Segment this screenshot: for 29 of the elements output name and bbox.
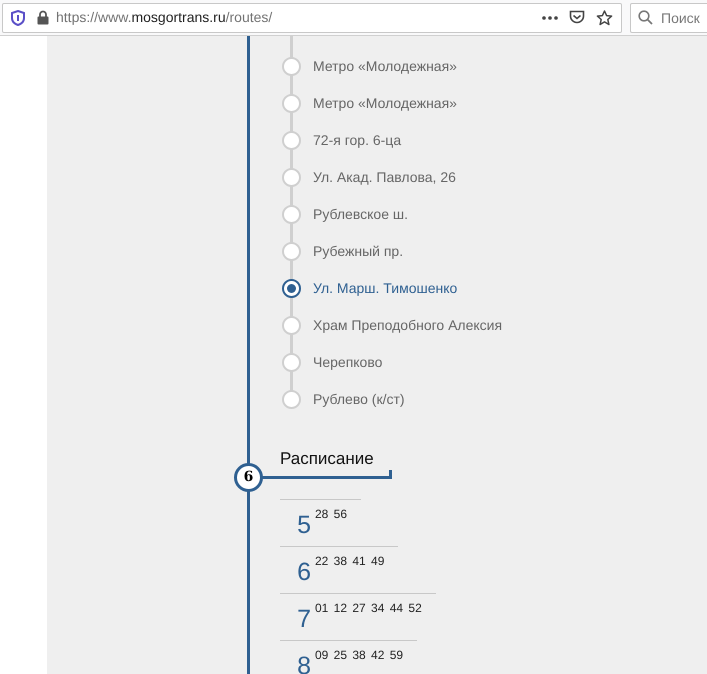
more-icon[interactable] bbox=[542, 16, 558, 20]
pocket-icon[interactable] bbox=[569, 10, 585, 25]
stop-name[interactable]: Ул. Акад. Павлова, 26 bbox=[313, 167, 456, 188]
stop-name[interactable]: Рублево (к/ст) bbox=[313, 389, 405, 410]
search-icon bbox=[638, 10, 653, 24]
shield-icon[interactable] bbox=[11, 10, 25, 26]
schedule-minutes: 28 56 bbox=[315, 506, 348, 522]
star-icon[interactable] bbox=[596, 10, 613, 26]
stop-name[interactable]: Метро «Молодежная» bbox=[313, 93, 457, 114]
schedule-minutes: 01 12 27 34 44 52 bbox=[315, 600, 422, 616]
stop-name[interactable]: 72-я гор. 6-ца bbox=[313, 130, 402, 151]
url-text[interactable]: https://www.mosgortrans.ru/routes/ bbox=[56, 7, 542, 28]
stop-name[interactable]: Рубежный пр. bbox=[313, 241, 404, 262]
stop-name[interactable]: Метро «Молодежная» bbox=[313, 56, 457, 77]
search-field[interactable]: Поиск bbox=[630, 2, 707, 32]
schedule-title: Расписание bbox=[280, 448, 375, 470]
stop-name[interactable]: Ул. Марш. Тимошенко bbox=[313, 278, 458, 299]
stop-name[interactable]: Рублевское ш. bbox=[313, 204, 408, 225]
address-bar[interactable]: https://www.mosgortrans.ru/routes/ bbox=[2, 2, 622, 32]
step-badge: 6 bbox=[234, 463, 263, 492]
stop-name[interactable]: Храм Преподобного Алексия bbox=[313, 315, 502, 336]
schedule-minutes: 09 25 38 42 59 bbox=[315, 647, 404, 663]
schedule-hour: 8 bbox=[296, 651, 311, 674]
schedule-hour: 6 bbox=[296, 557, 311, 587]
lock-icon[interactable] bbox=[37, 10, 49, 25]
stop-name[interactable]: Черепково bbox=[313, 352, 382, 373]
schedule-hour: 5 bbox=[296, 510, 311, 540]
schedule-minutes: 22 38 41 49 bbox=[315, 553, 384, 569]
schedule-hour: 7 bbox=[296, 604, 311, 634]
